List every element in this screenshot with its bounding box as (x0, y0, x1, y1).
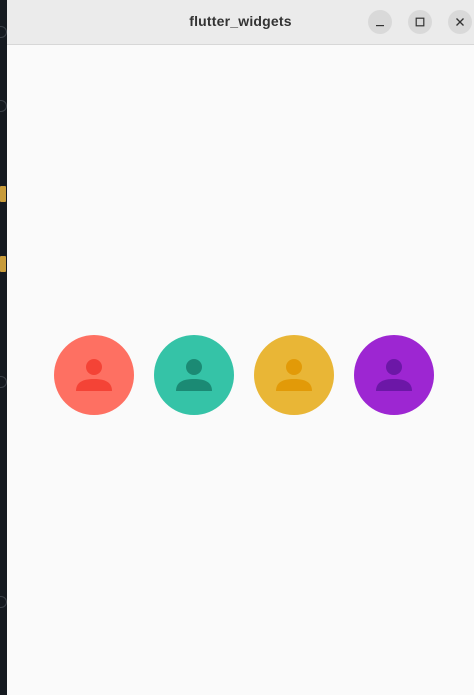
avatar[interactable] (354, 335, 434, 415)
background-badge (0, 256, 6, 272)
close-icon (456, 18, 464, 26)
title-bar[interactable]: flutter_widgets (7, 0, 474, 45)
avatar-row (7, 335, 474, 417)
background-dock-icon (0, 100, 7, 112)
maximize-button[interactable] (408, 10, 432, 34)
app-content (7, 45, 474, 695)
person-icon (276, 359, 312, 391)
window-title: flutter_widgets (189, 13, 292, 29)
close-button[interactable] (448, 10, 472, 34)
maximize-icon (415, 17, 425, 27)
background-badge (0, 186, 6, 202)
person-icon (376, 359, 412, 391)
person-icon (76, 359, 112, 391)
avatar[interactable] (54, 335, 134, 415)
minimize-button[interactable] (368, 10, 392, 34)
background-dock-icon (0, 26, 7, 38)
avatar[interactable] (154, 335, 234, 415)
background-dock-icon (0, 376, 7, 388)
background-dock-icon (0, 596, 7, 608)
avatar[interactable] (254, 335, 334, 415)
person-icon (176, 359, 212, 391)
app-window: flutter_widgets (7, 0, 474, 695)
minimize-icon (376, 25, 384, 27)
background-desktop-strip (0, 0, 7, 695)
